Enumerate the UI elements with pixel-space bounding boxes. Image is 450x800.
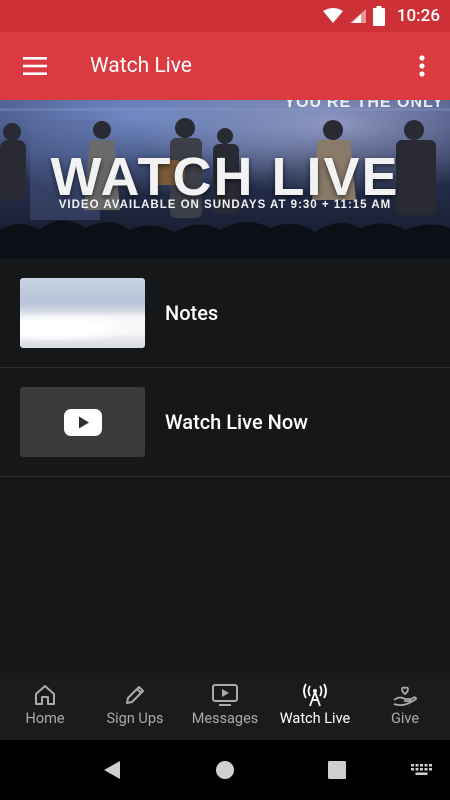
home-circle-icon <box>216 761 234 779</box>
more-vert-icon <box>419 55 425 77</box>
list-item-label: Notes <box>165 301 219 325</box>
app-bar: Watch Live <box>0 32 450 100</box>
recents-square-icon <box>328 761 346 779</box>
list-item-label: Watch Live Now <box>165 410 309 434</box>
status-bar: 10:26 <box>0 0 450 32</box>
watch-live-banner: YOU'RE THE ONLY WATCH LIVE VIDEO AVAILAB… <box>0 100 450 259</box>
system-navigation-bar <box>0 740 450 800</box>
banner-tagline: YOU'RE THE ONLY <box>284 100 444 111</box>
back-triangle-icon <box>104 761 120 779</box>
home-system-button[interactable] <box>205 740 245 800</box>
nav-label: Watch Live <box>279 710 351 727</box>
nav-label: Home <box>25 710 65 727</box>
back-button[interactable] <box>92 740 132 800</box>
more-options-button[interactable] <box>394 32 450 100</box>
hand-heart-icon <box>393 686 417 707</box>
battery-icon <box>372 6 385 26</box>
keyboard-icon <box>411 764 432 775</box>
list-item-notes[interactable]: Notes <box>0 259 450 368</box>
bottom-navigation: Home Sign Ups Messages Watch Live Give <box>0 673 450 740</box>
clouds-thumbnail <box>20 278 145 348</box>
nav-item-home[interactable]: Home <box>0 673 90 740</box>
wifi-icon <box>322 8 343 23</box>
hamburger-menu-icon <box>23 57 47 75</box>
nav-item-messages[interactable]: Messages <box>180 673 270 740</box>
broadcast-tower-icon <box>303 683 327 707</box>
keyboard-button[interactable] <box>406 740 438 800</box>
page-title: Watch Live <box>90 54 192 78</box>
list-item-watch-live-now[interactable]: Watch Live Now <box>0 368 450 477</box>
nav-item-sign-ups[interactable]: Sign Ups <box>90 673 180 740</box>
youtube-play-icon <box>63 408 102 436</box>
status-time: 10:26 <box>396 6 440 26</box>
video-thumbnail <box>20 387 145 457</box>
pencil-icon <box>126 686 144 704</box>
nav-label: Sign Ups <box>106 710 164 727</box>
tv-play-icon <box>212 684 238 706</box>
home-icon <box>35 685 55 705</box>
menu-button[interactable] <box>0 32 70 100</box>
nav-label: Messages <box>191 710 259 727</box>
banner-subline: VIDEO AVAILABLE ON SUNDAYS AT 9:30 + 11:… <box>58 199 392 211</box>
nav-item-watch-live[interactable]: Watch Live <box>270 673 360 740</box>
watch-live-list: Notes Watch Live Now <box>0 259 450 477</box>
cell-signal-icon <box>349 9 366 23</box>
recents-button[interactable] <box>317 740 357 800</box>
nav-item-give[interactable]: Give <box>360 673 450 740</box>
nav-label: Give <box>390 710 420 727</box>
